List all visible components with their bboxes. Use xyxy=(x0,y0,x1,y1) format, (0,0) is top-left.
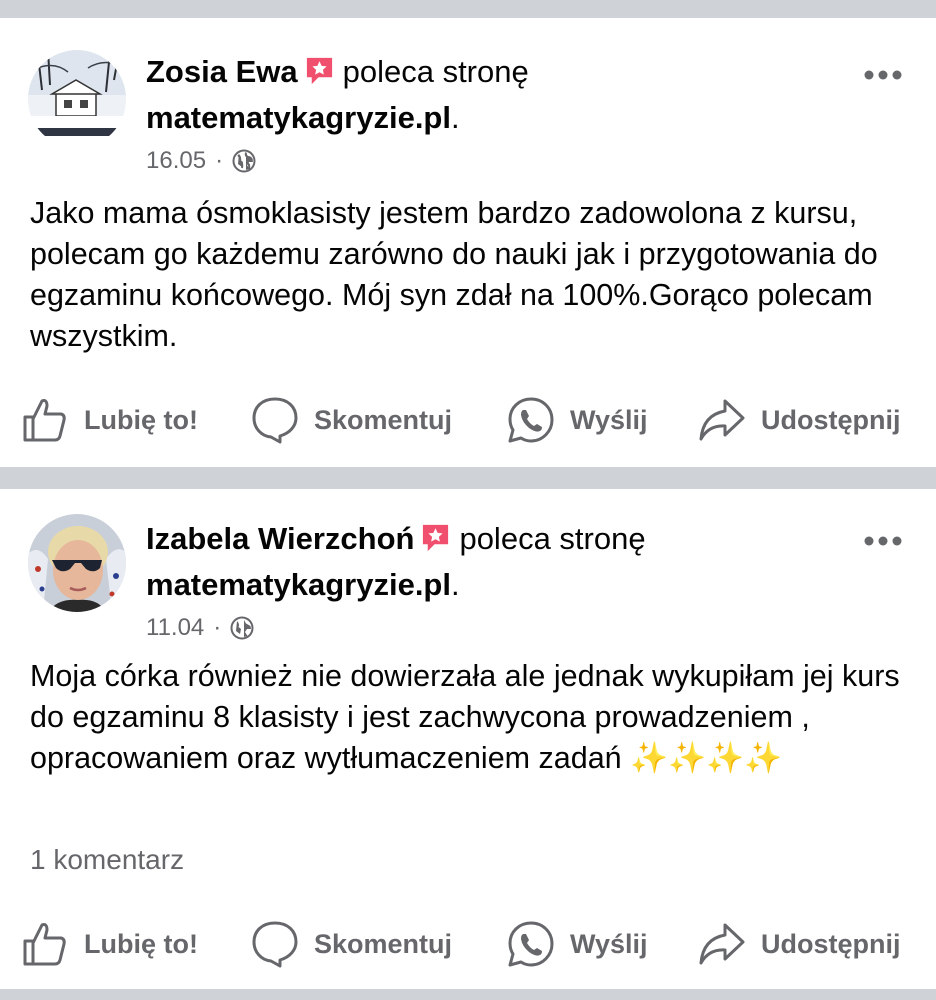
comment-button[interactable]: Skomentuj xyxy=(250,390,452,450)
author-name[interactable]: Izabela Wierzchoń xyxy=(146,521,414,556)
avatar[interactable] xyxy=(28,514,126,612)
thumbs-up-icon xyxy=(23,923,66,966)
page-suffix: . xyxy=(450,567,460,602)
avatar[interactable] xyxy=(28,50,126,148)
globe-icon xyxy=(232,149,256,173)
feed-separator xyxy=(0,0,936,18)
post-date[interactable]: 16.05 xyxy=(146,146,206,176)
comment-label: Skomentuj xyxy=(314,404,453,435)
globe-icon xyxy=(230,616,254,640)
recommends-text: poleca stronę xyxy=(342,54,529,89)
send-button[interactable]: Wyślij xyxy=(506,914,648,974)
share-arrow-icon xyxy=(699,923,745,965)
comment-button[interactable]: Skomentuj xyxy=(250,914,452,974)
woman-sunglasses-avatar-icon xyxy=(28,514,126,612)
meta-separator: · xyxy=(213,614,222,641)
post-actions: Lubię to! Skomentuj Wyślij Udostępnij xyxy=(0,914,936,974)
more-options-icon[interactable] xyxy=(862,68,904,82)
share-arrow-icon xyxy=(699,399,745,441)
share-label: Udostępnij xyxy=(761,928,901,959)
page-link-line: matematykagryzie.pl. xyxy=(146,565,460,605)
share-button[interactable]: Udostępnij xyxy=(697,390,901,450)
post-text: Jako mama ósmoklasisty jestem bardzo zad… xyxy=(30,196,878,353)
share-label: Udostępnij xyxy=(761,404,901,435)
post-card: Izabela Wierzchoń poleca stronę matematyk… xyxy=(0,489,936,989)
whatsapp-icon xyxy=(508,397,554,443)
send-button[interactable]: Wyślij xyxy=(506,390,648,450)
recommends-text: poleca stronę xyxy=(459,521,646,556)
top-fan-badge-icon xyxy=(306,57,332,85)
page-link[interactable]: matematykagryzie.pl xyxy=(146,100,451,135)
author-name[interactable]: Zosia Ewa xyxy=(146,54,298,89)
whatsapp-icon xyxy=(508,921,554,967)
like-button[interactable]: Lubię to! xyxy=(20,390,198,450)
top-fan-badge-icon xyxy=(423,524,449,552)
post-text: Moja córka również nie dowierzała ale je… xyxy=(30,659,900,775)
post-meta: 16.05 · xyxy=(146,146,256,176)
comment-bubble-icon xyxy=(252,397,298,444)
page-link[interactable]: matematykagryzie.pl xyxy=(146,567,451,602)
feed-separator xyxy=(0,989,936,1000)
like-label: Lubię to! xyxy=(84,928,198,959)
more-options-icon[interactable] xyxy=(862,534,904,548)
post-date[interactable]: 11.04 xyxy=(146,613,204,643)
house-winter-avatar-icon xyxy=(28,50,126,148)
feed-separator xyxy=(0,467,936,489)
post-header: Izabela Wierzchoń poleca stronę xyxy=(146,519,646,559)
post-card: Zosia Ewa poleca stronę matematykagryzie.… xyxy=(0,18,936,467)
thumbs-up-icon xyxy=(23,399,66,442)
comments-count[interactable]: 1 komentarz xyxy=(30,844,184,876)
meta-separator: · xyxy=(215,147,224,174)
post-actions: Lubię to! Skomentuj Wyślij Udostępnij xyxy=(0,390,936,450)
send-label: Wyślij xyxy=(570,928,648,959)
post-header: Zosia Ewa poleca stronę xyxy=(146,52,529,92)
post-meta: 11.04 · xyxy=(146,613,254,643)
page-link-line: matematykagryzie.pl. xyxy=(146,98,460,138)
comment-label: Skomentuj xyxy=(314,928,453,959)
send-label: Wyślij xyxy=(570,404,648,435)
comment-bubble-icon xyxy=(252,921,298,968)
like-button[interactable]: Lubię to! xyxy=(20,914,198,974)
page-suffix: . xyxy=(450,100,460,135)
share-button[interactable]: Udostępnij xyxy=(697,914,901,974)
like-label: Lubię to! xyxy=(84,404,198,435)
